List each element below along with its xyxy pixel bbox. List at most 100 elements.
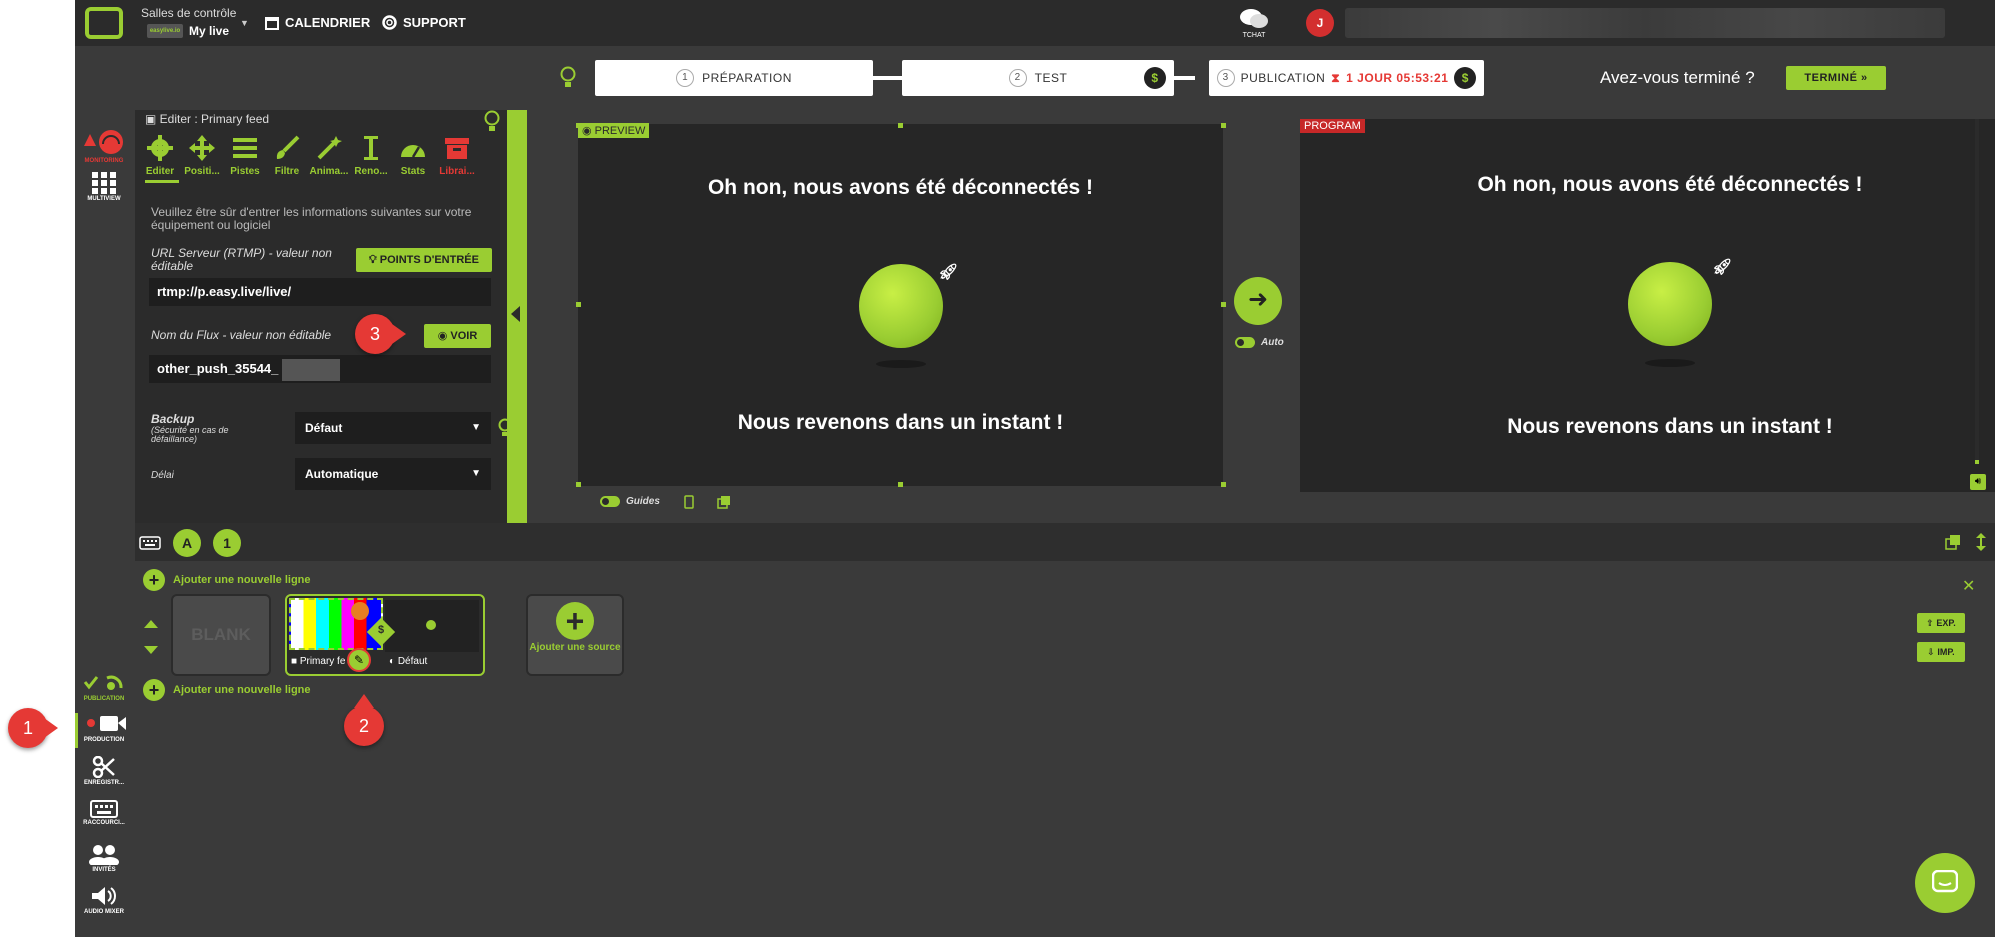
lightbulb-icon: 💡︎ [369,254,377,266]
layer-1-button[interactable]: 1 [213,529,241,557]
auto-toggle[interactable]: Auto [1235,337,1284,348]
copy-icon[interactable] [1945,534,1961,550]
rail-audio-mixer[interactable]: AUDIO MIXER [75,885,133,915]
vertical-resize-icon[interactable] [1975,533,1987,551]
step-number: 2 [1008,69,1027,87]
tool-label: Positi... [184,166,220,177]
close-icon[interactable]: ✕ [1962,576,1975,596]
planet-shadow [1645,359,1695,367]
tool-label: Reno... [354,166,388,177]
tool-filter[interactable]: Filtre [267,135,307,177]
info-text: Veuillez être sûr d'entrer les informati… [151,205,472,232]
rail-shortcuts[interactable]: RACCOURCI... [75,800,133,826]
add-source-label: Ajouter une source [529,642,621,653]
chat-button[interactable]: TCHAT [1239,8,1269,39]
view-button[interactable]: ◉ VOIR [424,324,491,348]
step-publication[interactable]: 3 PUBLICATION ⧗ 1 JOUR 05:53:21 $ [1209,60,1484,96]
rail-multiview[interactable]: MULTIVIEW [75,172,133,202]
resize-handle[interactable] [576,123,581,128]
planet-illustration [858,264,943,348]
toggle-switch[interactable] [600,496,620,507]
tool-rename[interactable]: Reno... [351,135,391,177]
delay-select[interactable]: Automatique ▼ [295,458,491,490]
preview-message-top: Oh non, nous avons été déconnectés ! [707,176,1094,199]
speaker-icon[interactable]: 🔊︎ [1970,474,1986,490]
transition-button[interactable]: ➜ [1234,277,1282,325]
room-selector[interactable]: easylive.io My live [147,24,229,38]
add-source-card[interactable]: + Ajouter une source [526,594,624,676]
app-window: Salles de contrôle easylive.io My live ▼… [75,0,1995,937]
rail-monitoring[interactable]: MONITORING [75,128,133,164]
chevron-down-icon: ▼ [471,468,481,479]
add-line-bottom[interactable]: + Ajouter une nouvelle ligne [143,679,311,701]
mobile-icon[interactable] [684,495,694,509]
chat-bubble-icon [1932,870,1958,893]
lightbulb-icon[interactable] [483,110,501,134]
chat-icon [1240,9,1268,28]
resize-handle[interactable] [1221,123,1226,128]
resize-handle[interactable] [1221,302,1226,307]
chat-label: TCHAT [1242,32,1266,39]
app-logo[interactable] [85,7,123,39]
room-dropdown-icon[interactable]: ▼ [240,18,249,28]
resize-handle[interactable] [1221,482,1226,487]
stream-name-field[interactable]: other_push_35544_ [149,355,491,383]
active-tool-indicator [145,180,179,183]
layer-a-button[interactable]: A [173,529,201,557]
resize-handle[interactable] [576,302,581,307]
chevron-left-icon [511,306,520,322]
rail-recording[interactable]: ENREGISTR... [75,755,133,786]
keyboard-icon[interactable] [139,536,161,550]
callout-pointer [44,718,58,738]
blank-source[interactable]: BLANK [171,594,271,676]
rtmp-url-field[interactable]: rtmp://p.easy.live/live/ [149,278,491,306]
primary-source[interactable]: ■ Primary fe ◐ Défaut $ ✎ [285,594,485,676]
arrow-down-icon[interactable] [143,644,159,656]
step-preparation[interactable]: 1 PRÉPARATION [595,60,873,96]
tool-stats[interactable]: Stats [393,135,433,177]
resize-handle[interactable] [898,123,903,128]
rail-label: MONITORING [84,158,124,164]
step-test[interactable]: 2 TEST $ [902,60,1174,96]
rail-publication[interactable]: PUBLICATION [75,670,133,702]
user-avatar[interactable]: J [1306,9,1334,37]
entry-points-button[interactable]: 💡︎ POINTS D'ENTRÉE [356,248,492,272]
resize-handle[interactable] [898,482,903,487]
tool-position[interactable]: Positi... [182,135,222,177]
plus-icon: + [143,569,165,591]
backup-select[interactable]: Défaut ▼ [295,412,491,444]
tool-library[interactable]: Librai... [437,135,477,177]
text-cursor-icon [364,136,378,160]
rail-production[interactable]: PRODUCTION [75,713,133,743]
audio-level-meter [1975,119,1979,464]
tool-edit[interactable]: Editer [140,135,180,177]
guides-toggle[interactable]: Guides [600,496,660,507]
resize-handle[interactable] [576,482,581,487]
chat-support-button[interactable] [1915,853,1975,913]
stream-name-value: other_push_35544_ [157,361,279,376]
arrow-up-icon[interactable] [143,618,159,630]
callout-3: 3 [355,314,395,354]
add-line-top[interactable]: + Ajouter une nouvelle ligne [143,569,311,591]
import-button[interactable]: ⇩ IMP. [1917,642,1965,662]
signal-thumbnail [289,598,383,650]
copy-icon[interactable] [717,495,731,509]
tool-animation[interactable]: Anima... [309,135,349,177]
support-link[interactable]: SUPPORT [382,15,466,30]
export-button[interactable]: ⇪ EXP. [1917,613,1965,633]
toggle-switch[interactable] [1235,337,1255,348]
lightbulb-icon[interactable] [560,66,576,90]
rocket-icon: 🚀︎ [938,264,959,281]
tool-tracks[interactable]: Pistes [225,135,265,177]
default-label: ◐ Défaut [389,656,428,667]
rail-guests[interactable]: INVITÉS [75,843,133,873]
calendar-link[interactable]: CALENDRIER [265,15,370,30]
blurred-area [1345,8,1945,38]
preview-screen[interactable]: Oh non, nous avons été déconnectés ! 🚀︎ … [578,124,1223,486]
primary-label: ■ Primary fe [291,656,346,667]
guides-label: Guides [626,496,660,507]
finish-button[interactable]: TERMINÉ » [1786,66,1886,90]
pencil-icon[interactable]: ✎ [347,648,371,672]
collapse-editor-handle[interactable] [507,110,527,523]
backup-sublabel: (Sécurité en cas de défaillance) [151,425,229,444]
